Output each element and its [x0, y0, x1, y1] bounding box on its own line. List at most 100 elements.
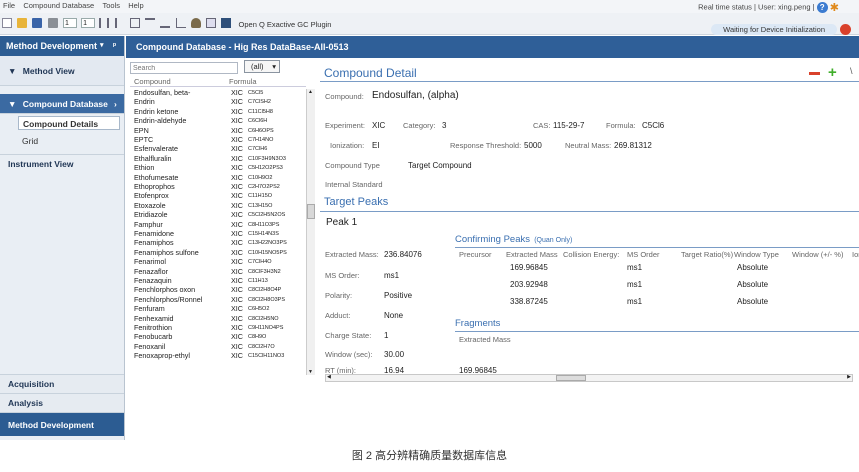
list-item[interactable]: Fenobucarb XIC C8H9O: [130, 333, 306, 342]
list-item[interactable]: Fenamiphos XIC C13H22NO3PS: [130, 239, 306, 248]
list-item[interactable]: Famphur XIC C8H11O3PS: [130, 220, 306, 229]
filter-select[interactable]: (all) ▾: [244, 60, 280, 73]
internal-standard-label[interactable]: Internal Standard: [325, 180, 383, 189]
expand-icon[interactable]: [145, 18, 156, 28]
list-item[interactable]: Endrin ketone XIC C11Cl5H8: [130, 107, 306, 116]
tab-analysis[interactable]: Analysis: [0, 393, 124, 412]
list-item[interactable]: Fenhexamid XIC C8Cl2H5NO: [130, 314, 306, 323]
column-header[interactable]: Ion: [852, 250, 859, 259]
print-icon[interactable]: [47, 18, 58, 28]
menu-tools[interactable]: Tools: [99, 0, 123, 11]
column-header[interactable]: Collision Energy:: [563, 250, 619, 259]
list-item[interactable]: Fenazaflor XIC C8ClF3H3N2: [130, 267, 306, 276]
neutral-mass-value[interactable]: 269.81312: [614, 141, 652, 150]
list-item[interactable]: Etofenprox XIC C11H15O: [130, 192, 306, 201]
tab-acquisition[interactable]: Acquisition: [0, 374, 124, 393]
status-text[interactable]: Real time status | User: xing.peng |: [698, 2, 814, 11]
remove-icon[interactable]: [809, 72, 820, 75]
list-item[interactable]: Fenoxaprop-ethyl XIC C15ClH11NO3: [130, 351, 306, 360]
list-item[interactable]: Endrin-aldehyde XIC C6Cl6H: [130, 116, 306, 125]
column-header[interactable]: Precursor: [459, 250, 492, 259]
table-row[interactable]: 338.87245 ms1 Absolute: [459, 297, 859, 309]
spin-input-1[interactable]: 1: [62, 18, 77, 28]
list-item[interactable]: Ethoprophos XIC C2H7O2PS2: [130, 182, 306, 191]
list-item[interactable]: Etridiazole XIC C5Cl2H5N2OS: [130, 210, 306, 219]
formula-value[interactable]: C5Cl6: [642, 121, 664, 130]
search-input[interactable]: [130, 62, 238, 74]
cas-value[interactable]: 115-29-7: [553, 121, 584, 130]
add-icon[interactable]: +: [828, 65, 837, 80]
experiment-value[interactable]: XIC: [372, 121, 385, 130]
compound-type-value[interactable]: Target Compound: [408, 161, 472, 170]
list-item[interactable]: Ethalfluralin XIC C10F3H9N3O3: [130, 154, 306, 163]
window-value[interactable]: 30.00: [384, 350, 404, 359]
ionization-value[interactable]: EI: [372, 141, 380, 150]
scroll-thumb[interactable]: [307, 204, 315, 219]
list-item[interactable]: Endosulfan, beta- XIC C5Cl5: [130, 88, 306, 97]
column-header[interactable]: Window Type: [734, 250, 779, 259]
list-item[interactable]: Endrin XIC C7ClSH2: [130, 98, 306, 107]
polarity-value[interactable]: Positive: [384, 291, 412, 300]
collapse-icon[interactable]: [160, 18, 171, 28]
nav-compound-details[interactable]: Compound Details: [18, 116, 120, 130]
list-item[interactable]: Fenamidone XIC C15H14N3S: [130, 229, 306, 238]
list-item[interactable]: Etoxazole XIC C13H15O: [130, 201, 306, 210]
list-item[interactable]: Fenchlorphos oxon XIC C8Cl2H8O4P: [130, 286, 306, 295]
list-item[interactable]: Esfenvalerate XIC C7ClH6: [130, 145, 306, 154]
pin-icon[interactable]: ᵖ: [113, 36, 116, 56]
columns-icon[interactable]: [114, 18, 125, 28]
column-header[interactable]: MS Order: [627, 250, 660, 259]
charge-state-value[interactable]: 1: [384, 331, 388, 340]
list-item[interactable]: Fenchlorphos/Ronnel XIC C8Cl2H8O3PS: [130, 295, 306, 304]
list-item[interactable]: Fenazaquin XIC C11H13: [130, 276, 306, 285]
list-item[interactable]: Fenitrothion XIC C9H11NO4PS: [130, 323, 306, 332]
list-scrollbar[interactable]: ▲ ▼: [306, 89, 315, 375]
adduct-value[interactable]: None: [384, 311, 403, 320]
section-method-view[interactable]: ▼ Method View: [0, 56, 124, 86]
category-value[interactable]: 3: [442, 121, 446, 130]
section-instrument-view[interactable]: Instrument View: [0, 154, 124, 173]
ms-order-value[interactable]: ms1: [384, 271, 399, 280]
scroll-right-icon[interactable]: ▶: [847, 374, 851, 380]
nav-dropdown-icon[interactable]: ▾: [100, 36, 104, 56]
flask-icon[interactable]: [190, 18, 201, 28]
nav-header[interactable]: Method Development ▾ ᵖ: [0, 36, 124, 56]
column-header[interactable]: Window (+/- %): [792, 250, 843, 259]
horizontal-scrollbar[interactable]: ◀ ▶: [325, 374, 853, 382]
help-icon[interactable]: ?: [816, 2, 828, 13]
nav-grid[interactable]: Grid: [18, 134, 120, 148]
section-compound-database[interactable]: ▼ Compound Database ›: [0, 94, 124, 114]
menu-help[interactable]: Help: [125, 0, 146, 11]
column-header[interactable]: Extracted Mass: [506, 250, 558, 259]
column-header[interactable]: Target Ratio(%): [681, 250, 733, 259]
chart-icon[interactable]: [175, 18, 186, 28]
scroll-up-icon[interactable]: ▲: [308, 89, 313, 95]
col-header-formula[interactable]: Formula: [229, 77, 257, 86]
menu-file[interactable]: File: [0, 0, 18, 11]
table-row[interactable]: 203.92948 ms1 Absolute: [459, 280, 859, 292]
extracted-mass-value[interactable]: 236.84076: [384, 250, 422, 259]
scroll-down-icon[interactable]: ▼: [308, 369, 313, 375]
list-item[interactable]: Fenarimol XIC C7ClH4O: [130, 257, 306, 266]
list-item[interactable]: Fenfuram XIC C6H5O2: [130, 304, 306, 313]
list-item[interactable]: EPTC XIC C7H14NO: [130, 135, 306, 144]
list-item[interactable]: Ethion XIC C5H12O2PS3: [130, 163, 306, 172]
align-icon[interactable]: [99, 18, 110, 28]
scroll-thumb[interactable]: [556, 375, 586, 381]
spin-input-2[interactable]: 1: [81, 18, 96, 28]
new-icon[interactable]: [2, 18, 12, 28]
resp-threshold-value[interactable]: 5000: [524, 141, 542, 150]
list-item[interactable]: Fenamiphos sulfone XIC C10H15NO5PS: [130, 248, 306, 257]
scroll-left-icon[interactable]: ◀: [327, 374, 331, 380]
menu-compound-database[interactable]: Compound Database: [20, 0, 97, 11]
plugin-icon[interactable]: [221, 18, 232, 28]
open-plugin-link[interactable]: Open Q Exactive GC Plugin: [239, 20, 332, 29]
open-folder-icon[interactable]: [17, 18, 28, 28]
tab-method-development[interactable]: Method Development: [0, 412, 124, 436]
grid-icon[interactable]: [129, 18, 140, 28]
table-row[interactable]: 169.96845 ms1 Absolute: [459, 263, 859, 275]
save-icon[interactable]: [32, 18, 43, 28]
instrument-icon[interactable]: [206, 18, 217, 28]
col-header-compound[interactable]: Compound: [134, 77, 171, 86]
list-item[interactable]: EPN XIC C6H6OPS: [130, 126, 306, 135]
